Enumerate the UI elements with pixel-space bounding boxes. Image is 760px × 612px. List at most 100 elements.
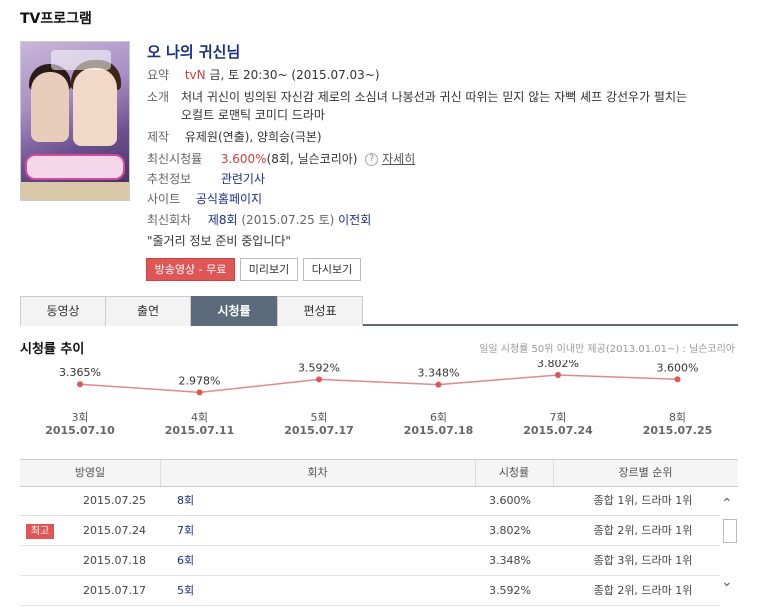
ratings-line-chart: 3.365% 2.978% 3.592% 3.348% 3.802% 3.600% bbox=[59, 360, 699, 396]
scroll-up-button[interactable]: ⌃ bbox=[721, 496, 733, 512]
recommend-label: 추천정보 bbox=[147, 172, 192, 186]
date-tick-label: 2015.07.24 bbox=[523, 424, 593, 437]
rating-value-label: 3.802% bbox=[537, 360, 579, 370]
episode-tick-label: 6회 bbox=[429, 411, 448, 424]
col-rank-header: 장르별 순위 bbox=[618, 466, 673, 479]
episode-link[interactable]: 6회 bbox=[177, 547, 277, 575]
col-episode-header: 회차 bbox=[307, 466, 328, 479]
genre-rank-cell: 종합 2위, 드라마 1위 bbox=[593, 584, 693, 597]
rating-point[interactable] bbox=[555, 372, 561, 379]
air-date-cell: 2015.07.17 bbox=[83, 584, 146, 597]
preview-button[interactable]: 미리보기 bbox=[240, 258, 298, 281]
tab-schedule[interactable]: 편성표 bbox=[277, 296, 363, 326]
tab-bar: 동영상 출연 시청률 편성표 bbox=[20, 296, 738, 326]
scrollbar-thumb[interactable] bbox=[723, 519, 737, 543]
channel-link[interactable]: tvN bbox=[185, 68, 206, 82]
air-date-cell: 2015.07.25 bbox=[83, 494, 146, 507]
production-row: 제작 유제원(연출), 양희승(극본) bbox=[147, 128, 322, 146]
summary-row: 요약 tvN 금, 토 20:30~ (2015.07.03~) bbox=[147, 66, 380, 84]
rating-point[interactable] bbox=[674, 376, 681, 383]
episode-tick-label: 4회 bbox=[190, 411, 209, 424]
official-site-link[interactable]: 공식홈페이지 bbox=[196, 192, 262, 206]
rating-point[interactable] bbox=[196, 389, 203, 396]
site-row: 사이트 공식홈페이지 bbox=[147, 190, 262, 208]
table-row: 2015.07.17 5회 3.592% 종합 2위, 드라마 1위 bbox=[20, 577, 720, 606]
episode-link[interactable]: 8회 bbox=[177, 487, 277, 515]
tab-video[interactable]: 동영상 bbox=[20, 296, 106, 326]
rating-cell: 3.802% bbox=[489, 524, 531, 537]
rating-value-label: 3.600% bbox=[657, 361, 699, 374]
poster-title-logo bbox=[25, 154, 125, 180]
rating-value-label: 2.978% bbox=[179, 374, 221, 387]
episode-tick-label: 8회 bbox=[668, 411, 687, 424]
tab-cast[interactable]: 출연 bbox=[105, 296, 191, 326]
rating-cell: 3.592% bbox=[489, 584, 531, 597]
rating-value-label: 3.348% bbox=[418, 367, 460, 380]
col-date-header: 방영일 bbox=[74, 466, 106, 479]
production-value: 유제원(연출), 양희승(극본) bbox=[184, 130, 322, 144]
latest-date: (2015.07.25 토) bbox=[241, 213, 335, 227]
episode-link[interactable]: 7회 bbox=[177, 517, 277, 545]
date-tick-label: 2015.07.25 bbox=[642, 424, 713, 437]
poster-caption bbox=[51, 50, 111, 70]
rating-point[interactable] bbox=[435, 381, 442, 388]
latest-label: 최신회차 bbox=[147, 213, 192, 227]
air-date-cell: 2015.07.18 bbox=[83, 554, 146, 567]
best-badge: 최고 bbox=[26, 524, 54, 539]
production-label: 제작 bbox=[147, 130, 170, 144]
table-row: 2015.07.18 6회 3.348% 종합 3위, 드라마 1위 bbox=[20, 547, 720, 576]
rating-value-label: 3.365% bbox=[59, 366, 101, 379]
replay-button[interactable]: 다시보기 bbox=[303, 258, 361, 281]
latest-episode-row: 최신회차 제8회 (2015.07.25 토) 이전회 bbox=[147, 211, 371, 229]
intro-row: 소개 처녀 귀신이 빙의된 자신감 제로의 소심녀 나봉선과 귀신 따위는 믿지 … bbox=[147, 88, 687, 106]
tab-ratings[interactable]: 시청률 bbox=[191, 296, 277, 326]
related-articles-link[interactable]: 관련기사 bbox=[221, 172, 265, 186]
table-row: 2015.07.25 8회 3.600% 종합 1위, 드라마 1위 bbox=[20, 487, 720, 516]
rating-label: 최신시청률 bbox=[147, 152, 203, 166]
date-tick-label: 2015.07.10 bbox=[45, 424, 115, 437]
section-title: TV프로그램 bbox=[20, 11, 92, 27]
date-tick-label: 2015.07.17 bbox=[284, 424, 354, 437]
previous-episode-link[interactable]: 이전회 bbox=[338, 213, 371, 227]
episode-tick-label: 5회 bbox=[310, 411, 328, 424]
rating-row: 최신시청률 3.600%(8회, 닐슨코리아) ? 자세히 bbox=[147, 150, 415, 168]
help-icon[interactable]: ? bbox=[365, 153, 379, 166]
ratings-source-note: 일일 시청률 50위 이내만 제공(2013.01.01~) : 닐슨코리아 bbox=[479, 344, 735, 355]
watch-free-button[interactable]: 방송영상 - 무료 bbox=[146, 258, 235, 281]
rating-value-label: 3.592% bbox=[298, 361, 340, 374]
table-row: 최고 2015.07.24 7회 3.802% 종합 2위, 드라마 1위 bbox=[20, 517, 720, 546]
synopsis-text: "줄거리 정보 준비 중입니다" bbox=[147, 234, 291, 248]
recommend-row: 추천정보 관련기사 bbox=[147, 170, 265, 188]
show-title[interactable]: 오 나의 귀신님 bbox=[147, 41, 240, 62]
rating-value: 3.600% bbox=[220, 152, 267, 166]
col-rating-header: 시청률 bbox=[498, 466, 530, 479]
poster-table bbox=[21, 182, 129, 200]
table-header: 방영일 회차 시청률 장르별 순위 bbox=[20, 459, 738, 487]
intro-label: 소개 bbox=[147, 90, 170, 104]
rating-cell: 3.348% bbox=[489, 554, 531, 567]
summary-label: 요약 bbox=[147, 68, 170, 82]
rating-point[interactable] bbox=[316, 376, 322, 383]
show-poster[interactable] bbox=[20, 41, 130, 201]
rating-point[interactable] bbox=[77, 381, 83, 388]
schedule-text: 금, 토 20:30~ (2015.07.03~) bbox=[209, 68, 380, 82]
date-tick-label: 2015.07.11 bbox=[164, 424, 235, 437]
episode-tick-label: 7회 bbox=[549, 411, 567, 424]
chevron-down-icon: ⌄ bbox=[721, 574, 733, 590]
scroll-down-button[interactable]: ⌄ bbox=[721, 574, 733, 590]
rating-cell: 3.600% bbox=[489, 494, 531, 507]
rating-detail-link[interactable]: 자세히 bbox=[382, 152, 415, 166]
rating-trend-line bbox=[79, 374, 678, 394]
episode-link[interactable]: 5회 bbox=[177, 577, 277, 605]
site-label: 사이트 bbox=[147, 192, 181, 206]
poster-figure-left bbox=[31, 72, 69, 142]
poster-figure-right bbox=[73, 68, 117, 146]
date-tick-label: 2015.07.18 bbox=[403, 424, 474, 437]
genre-rank-cell: 종합 3위, 드라마 1위 bbox=[593, 554, 693, 567]
genre-rank-cell: 종합 2위, 드라마 1위 bbox=[593, 524, 693, 537]
ratings-trend-title: 시청률 추이 bbox=[20, 342, 85, 357]
latest-episode-link[interactable]: 제8회 bbox=[208, 213, 238, 227]
episode-tick-label: 3회 bbox=[71, 411, 89, 424]
air-date-cell: 2015.07.24 bbox=[83, 524, 146, 537]
intro-line1: 처녀 귀신이 빙의된 자신감 제로의 소심녀 나봉선과 귀신 따위는 믿지 않는… bbox=[181, 90, 688, 104]
